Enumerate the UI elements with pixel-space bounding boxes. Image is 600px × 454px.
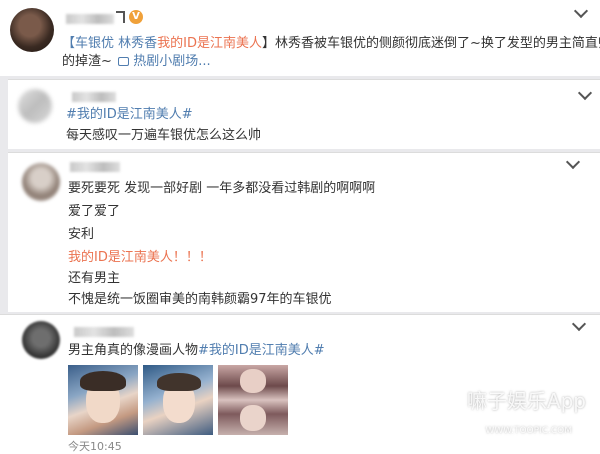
watermark-sub: WWW.TOOPIC.COM — [485, 426, 572, 436]
post-topic-prefix[interactable]: 【车银优 林秀香 — [62, 36, 157, 51]
post-topic-link[interactable]: 我的ID是江南美人 — [157, 36, 262, 51]
comment-card-1: #我的ID是江南美人# 每天感叹一万遍车银优怎么这么帅 — [8, 79, 600, 149]
comment-2-line-3: 安利 — [68, 227, 95, 242]
comment-1-hashtag[interactable]: #我的ID是江南美人# — [66, 105, 193, 124]
comment-3-hashtag[interactable]: #我的ID是江南美人# — [198, 343, 325, 358]
comment-2-topic-link[interactable]: 我的ID是江南美人！！！ — [68, 248, 212, 267]
verified-badge-icon: V — [129, 10, 143, 24]
commenter-avatar-3[interactable] — [22, 321, 60, 359]
photo-thumbnail-2[interactable] — [143, 365, 213, 435]
post-text-line1: 【车银优 林秀香我的ID是江南美人】林秀香被车银优的侧颜彻底迷倒了~换了发型的男… — [62, 34, 600, 53]
commenter-name-3[interactable] — [74, 327, 134, 337]
video-icon — [118, 57, 130, 66]
commenter-avatar-1[interactable] — [18, 89, 52, 123]
comment-2-line-4: 还有男主 — [68, 271, 121, 286]
comment-1-menu-chevron-icon[interactable] — [577, 85, 593, 101]
comment-2-line-1: 要死要死 发现一部好剧 一年多都没看过韩剧的啊啊啊 — [68, 181, 376, 196]
comment-card-2: 要死要死 发现一部好剧 一年多都没看过韩剧的啊啊啊 爱了爱了 安利 我的ID是江… — [8, 152, 600, 312]
comment-1-text: 每天感叹一万遍车银优怎么这么帅 — [66, 128, 262, 143]
commenter-avatar-2[interactable] — [22, 163, 60, 201]
commenter-name-1[interactable] — [72, 92, 116, 102]
post-menu-chevron-icon[interactable] — [573, 3, 589, 19]
comment-2-line-2: 爱了爱了 — [68, 204, 121, 219]
photo-2-hair — [157, 373, 201, 391]
photo-3-face-bottom — [240, 405, 266, 431]
poster-avatar[interactable] — [10, 8, 54, 52]
comment-2-line-5: 不愧是统一饭圈审美的南韩颜霸97年的车银优 — [68, 292, 332, 307]
comment-3-body: 男主角真的像漫画人物 — [68, 343, 199, 358]
video-link[interactable]: 热剧小剧场... — [133, 54, 210, 69]
photo-1-hair — [80, 371, 126, 391]
poster-level-icon — [116, 11, 125, 23]
comment-3-text: 男主角真的像漫画人物#我的ID是江南美人# — [68, 341, 325, 360]
post-text-rest: 】林秀香被车银优的侧颜彻底迷倒了~换了发型的男主简直帅 — [262, 36, 600, 51]
photo-3-face-top — [240, 369, 266, 393]
commenter-name-2[interactable] — [70, 162, 120, 172]
watermark: 嘛子娱乐App — [466, 389, 586, 413]
post-text-end: 的掉渣~ — [62, 54, 112, 69]
photo-thumbnail-1[interactable] — [68, 365, 138, 435]
comment-3-timestamp: 今天10:45 — [68, 440, 122, 453]
photo-thumbnail-3[interactable] — [218, 365, 288, 435]
weibo-post-card: V 【车银优 林秀香我的ID是江南美人】林秀香被车银优的侧颜彻底迷倒了~换了发型… — [0, 0, 600, 76]
poster-name[interactable] — [66, 14, 114, 24]
comment-2-menu-chevron-icon[interactable] — [565, 154, 581, 170]
post-text-line2: 的掉渣~ 热剧小剧场... — [62, 52, 211, 71]
comment-3-menu-chevron-icon[interactable] — [571, 316, 587, 332]
